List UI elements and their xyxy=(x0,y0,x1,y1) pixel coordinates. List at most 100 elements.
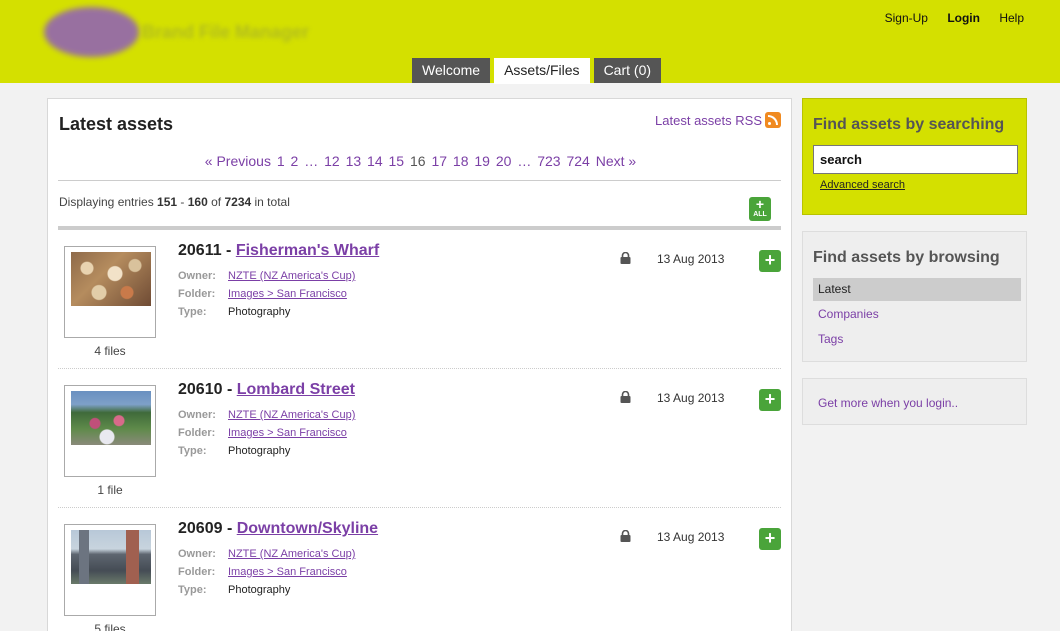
file-count: 1 file xyxy=(97,483,123,497)
asset-date: 13 Aug 2013 xyxy=(657,252,725,266)
asset-thumbnail[interactable] xyxy=(64,524,156,616)
folder-link[interactable]: Images > San Francisco xyxy=(228,566,347,578)
add-to-cart-button[interactable]: + xyxy=(759,250,781,272)
folder-link[interactable]: Images > San Francisco xyxy=(228,427,347,439)
asset-row: 4 files 20611 - Fisherman's Wharf Owner:… xyxy=(58,230,781,369)
plus-icon: + xyxy=(764,528,776,548)
owner-link[interactable]: NZTE (NZ America's Cup) xyxy=(228,409,355,421)
plus-icon: + xyxy=(764,389,776,409)
type-value: Photography xyxy=(228,306,291,318)
pager-page[interactable]: 14 xyxy=(367,153,383,169)
folder-row: Folder: Images > San Francisco xyxy=(178,427,347,439)
rss-link[interactable]: Latest assets RSS xyxy=(655,112,781,128)
file-count: 4 files xyxy=(94,344,126,358)
type-value: Photography xyxy=(228,445,291,457)
pager-previous[interactable]: « Previous xyxy=(205,153,271,169)
advanced-search-link[interactable]: Advanced search xyxy=(820,179,905,191)
lock-icon xyxy=(620,252,631,264)
owner-link[interactable]: NZTE (NZ America's Cup) xyxy=(228,270,355,282)
pager-page[interactable]: 18 xyxy=(453,153,469,169)
summary-from: 151 xyxy=(157,195,178,209)
tab-assets-files[interactable]: Assets/Files xyxy=(494,58,590,84)
summary-suffix: in total xyxy=(251,195,290,209)
owner-link[interactable]: NZTE (NZ America's Cup) xyxy=(228,548,355,560)
asset-row: 5 files 20609 - Downtown/Skyline Owner: N… xyxy=(58,508,781,631)
add-to-cart-button[interactable]: + xyxy=(759,528,781,550)
asset-row: 1 file 20610 - Lombard Street Owner: NZTE… xyxy=(58,369,781,508)
signup-link[interactable]: Sign-Up xyxy=(885,11,928,25)
pager-page[interactable]: 723 xyxy=(537,153,560,169)
rss-label[interactable]: Latest assets RSS xyxy=(655,113,762,128)
tab-welcome[interactable]: Welcome xyxy=(412,58,491,83)
asset-id: 20611 xyxy=(178,242,222,259)
asset-thumbnail[interactable] xyxy=(64,385,156,477)
thumbnail-image[interactable] xyxy=(71,530,151,584)
folder-label: Folder: xyxy=(178,427,216,439)
type-label: Type: xyxy=(178,306,207,318)
logo[interactable] xyxy=(44,7,139,57)
asset-name-link[interactable]: Fisherman's Wharf xyxy=(236,242,379,259)
browse-item-latest[interactable]: Latest xyxy=(813,278,1021,301)
pager-page[interactable]: 15 xyxy=(389,153,405,169)
pager-page[interactable]: 12 xyxy=(324,153,340,169)
thumbnail-image[interactable] xyxy=(71,391,151,445)
browse-panel-title: Find assets by browsing xyxy=(813,249,1000,266)
login-panel: Get more when you login.. xyxy=(802,378,1027,425)
owner-row: Owner: NZTE (NZ America's Cup) xyxy=(178,409,355,421)
entries-summary: Displaying entries 151 - 160 of 7234 in … xyxy=(59,195,290,209)
login-prompt-link[interactable]: Get more when you login.. xyxy=(818,396,958,410)
asset-name-link[interactable]: Lombard Street xyxy=(237,381,355,398)
pager-page[interactable]: 13 xyxy=(346,153,362,169)
pager-page[interactable]: 724 xyxy=(566,153,589,169)
folder-row: Folder: Images > San Francisco xyxy=(178,566,347,578)
plus-icon: + xyxy=(755,196,765,212)
folder-label: Folder: xyxy=(178,566,216,578)
browse-item-tags[interactable]: Tags xyxy=(813,328,1021,351)
asset-date: 13 Aug 2013 xyxy=(657,530,725,544)
logo-text: Brand File Manager xyxy=(142,22,310,42)
asset-id: 20609 xyxy=(178,520,223,537)
pager-page[interactable]: 17 xyxy=(431,153,447,169)
pager-page[interactable]: 20 xyxy=(496,153,512,169)
pager-next[interactable]: Next » xyxy=(596,153,636,169)
divider xyxy=(58,180,781,181)
search-input[interactable]: search xyxy=(813,145,1018,174)
pager-page[interactable]: 19 xyxy=(474,153,490,169)
help-link[interactable]: Help xyxy=(999,11,1024,25)
owner-label: Owner: xyxy=(178,409,216,421)
pager-page[interactable]: 2 xyxy=(291,153,299,169)
page-title: Latest assets xyxy=(59,114,174,134)
asset-thumbnail[interactable] xyxy=(64,246,156,338)
lock-icon xyxy=(620,530,631,542)
folder-row: Folder: Images > San Francisco xyxy=(178,288,347,300)
search-panel: Find assets by searching search Advanced… xyxy=(802,98,1027,215)
asset-date: 13 Aug 2013 xyxy=(657,391,725,405)
add-all-button[interactable]: + ALL xyxy=(749,197,771,221)
owner-row: Owner: NZTE (NZ America's Cup) xyxy=(178,270,355,282)
browse-item-companies[interactable]: Companies xyxy=(813,303,1021,326)
type-row: Type: Photography xyxy=(178,445,290,457)
login-link[interactable]: Login xyxy=(947,11,980,25)
summary-dash: - xyxy=(177,195,188,209)
title-separator: - xyxy=(222,381,237,398)
owner-label: Owner: xyxy=(178,270,216,282)
rss-icon[interactable] xyxy=(765,112,781,128)
lock-icon xyxy=(620,391,631,403)
main-panel: Latest assets Latest assets RSS « Previo… xyxy=(47,98,792,631)
folder-link[interactable]: Images > San Francisco xyxy=(228,288,347,300)
asset-title: 20611 - Fisherman's Wharf xyxy=(178,242,379,260)
pager-page[interactable]: 1 xyxy=(277,153,285,169)
title-separator: - xyxy=(222,520,237,537)
add-to-cart-button[interactable]: + xyxy=(759,389,781,411)
asset-title: 20609 - Downtown/Skyline xyxy=(178,520,378,538)
summary-prefix: Displaying entries xyxy=(59,195,158,209)
thumbnail-image[interactable] xyxy=(71,252,151,306)
type-row: Type: Photography xyxy=(178,306,290,318)
summary-of: of xyxy=(207,195,225,209)
owner-label: Owner: xyxy=(178,548,216,560)
search-panel-title: Find assets by searching xyxy=(813,116,1005,133)
pagination: « Previous 1 2 … 12 13 14 15 16 17 18 19… xyxy=(48,153,793,169)
tab-cart[interactable]: Cart (0) xyxy=(593,58,662,83)
asset-name-link[interactable]: Downtown/Skyline xyxy=(237,520,378,537)
pager-ellipsis: … xyxy=(304,153,319,169)
